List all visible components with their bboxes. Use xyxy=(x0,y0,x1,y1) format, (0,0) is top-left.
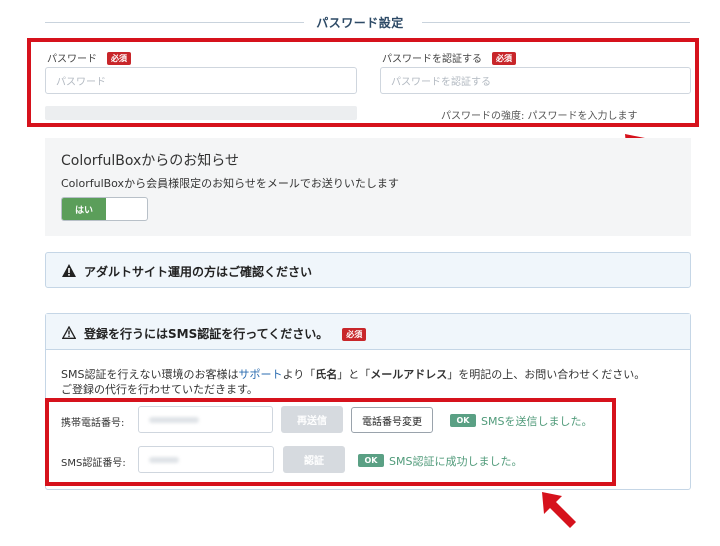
section-title: パスワード設定 xyxy=(0,14,720,31)
newsletter-title: ColorfulBoxからのお知らせ xyxy=(61,153,239,169)
sms-header-text: 登録を行うにはSMS認証を行ってください。 必須 xyxy=(84,325,367,342)
sms-description: SMS認証を行えない環境のお客様はサポートより「氏名」と「メールアドレス」を明記… xyxy=(61,368,646,396)
support-link[interactable]: サポート xyxy=(238,368,282,381)
toggle-on-label: はい xyxy=(62,198,106,220)
newsletter-description: ColorfulBoxから会員様限定のお知らせをメールでお送りいたします xyxy=(61,177,399,190)
required-badge: 必須 xyxy=(342,328,367,341)
warning-outline-icon xyxy=(62,326,76,339)
sms-header: 登録を行うにはSMS認証を行ってください。 必須 xyxy=(46,314,690,350)
adult-notice-bar[interactable]: アダルトサイト運用の方はご確認ください xyxy=(45,252,691,288)
highlight-box-sms xyxy=(45,398,616,486)
highlight-box-password xyxy=(27,38,699,127)
arrow-icon xyxy=(542,492,576,528)
newsletter-toggle[interactable]: はい xyxy=(61,197,148,221)
adult-notice-text: アダルトサイト運用の方はご確認ください xyxy=(84,265,313,279)
warning-icon xyxy=(62,264,76,277)
